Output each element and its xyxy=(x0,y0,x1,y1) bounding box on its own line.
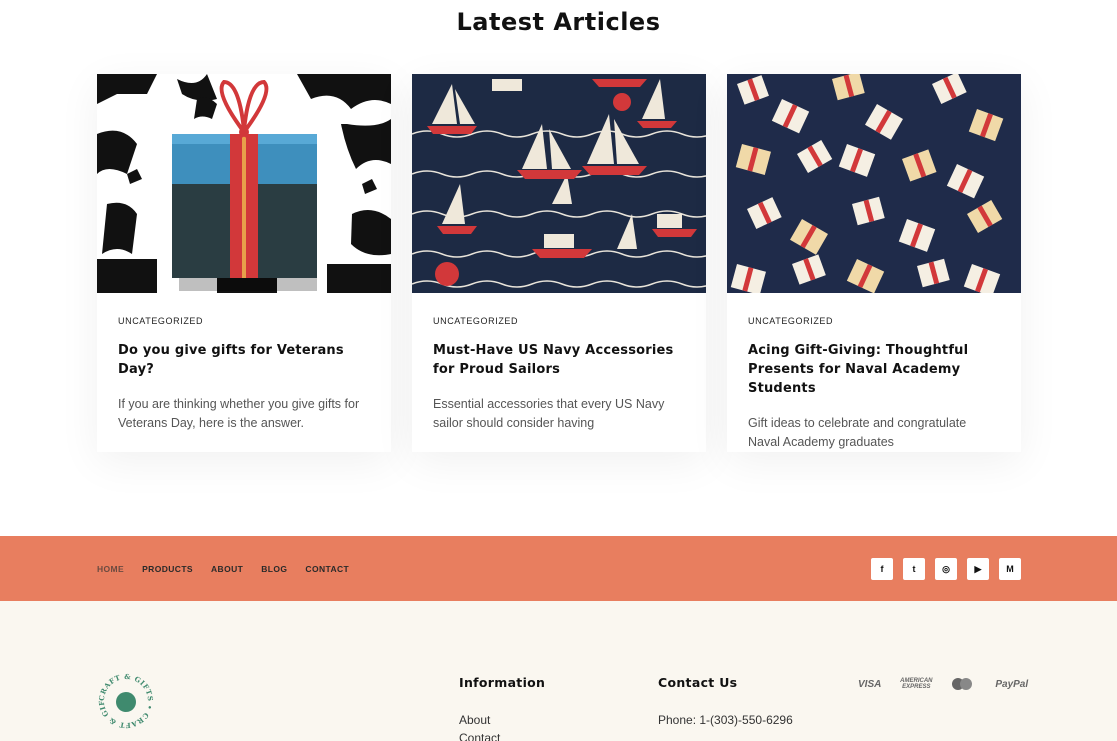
paypal-icon: PayPal xyxy=(995,678,1029,690)
information-heading: Information xyxy=(459,675,546,690)
article-card[interactable]: UNCATEGORIZED Do you give gifts for Vete… xyxy=(97,74,391,452)
article-excerpt: Gift ideas to celebrate and congratulate… xyxy=(748,416,967,449)
brand-logo[interactable]: CRAFT & GIFTS • CRAFT & GIFTS • xyxy=(93,664,156,731)
social-links: f t ◎ ▶ M xyxy=(871,558,1021,580)
footer-main: CRAFT & GIFTS • CRAFT & GIFTS • Informat… xyxy=(0,601,1117,741)
nav-link-about[interactable]: ABOUT xyxy=(211,564,243,574)
article-card[interactable]: UNCATEGORIZED Must-Have US Navy Accessor… xyxy=(412,74,706,452)
article-image-gift-box[interactable] xyxy=(97,74,391,293)
nav-link-home[interactable]: HOME xyxy=(97,564,124,574)
article-category[interactable]: UNCATEGORIZED xyxy=(748,316,1000,326)
instagram-icon[interactable]: ◎ xyxy=(935,558,957,580)
footer-link-about[interactable]: About xyxy=(459,713,490,727)
contact-heading: Contact Us xyxy=(658,675,738,690)
nav-link-blog[interactable]: BLOG xyxy=(261,564,287,574)
article-category[interactable]: UNCATEGORIZED xyxy=(433,316,685,326)
nav-link-contact[interactable]: CONTACT xyxy=(305,564,349,574)
articles-grid: UNCATEGORIZED Do you give gifts for Vete… xyxy=(97,74,1021,452)
section-title: Latest Articles xyxy=(456,8,661,36)
article-card[interactable]: UNCATEGORIZED Acing Gift-Giving: Thought… xyxy=(727,74,1021,452)
nav-link-products[interactable]: PRODUCTS xyxy=(142,564,193,574)
contact-phone: Phone: 1-(303)-550-6296 xyxy=(658,713,793,727)
amex-icon: AMERICAN EXPRESS xyxy=(900,678,933,690)
article-title[interactable]: Must-Have US Navy Accessories for Proud … xyxy=(433,341,685,379)
article-excerpt: Essential accessories that every US Navy… xyxy=(433,397,665,430)
payment-methods: VISA AMERICAN EXPRESS PayPal xyxy=(858,676,1028,692)
article-image-presents-pattern[interactable] xyxy=(727,74,1021,293)
article-category[interactable]: UNCATEGORIZED xyxy=(118,316,370,326)
footer-link-contact[interactable]: Contact xyxy=(459,731,500,741)
article-excerpt: If you are thinking whether you give gif… xyxy=(118,397,360,430)
mastercard-icon xyxy=(951,676,977,692)
footer-nav-bar: HOME PRODUCTS ABOUT BLOG CONTACT f t ◎ ▶… xyxy=(0,536,1117,601)
article-title[interactable]: Do you give gifts for Veterans Day? xyxy=(118,341,370,379)
visa-icon: VISA xyxy=(858,678,882,690)
footer-nav: HOME PRODUCTS ABOUT BLOG CONTACT xyxy=(97,564,349,574)
youtube-icon[interactable]: ▶ xyxy=(967,558,989,580)
article-title[interactable]: Acing Gift-Giving: Thoughtful Presents f… xyxy=(748,341,1000,398)
medium-icon[interactable]: M xyxy=(999,558,1021,580)
facebook-icon[interactable]: f xyxy=(871,558,893,580)
article-image-ships-pattern[interactable] xyxy=(412,74,706,293)
twitter-icon[interactable]: t xyxy=(903,558,925,580)
